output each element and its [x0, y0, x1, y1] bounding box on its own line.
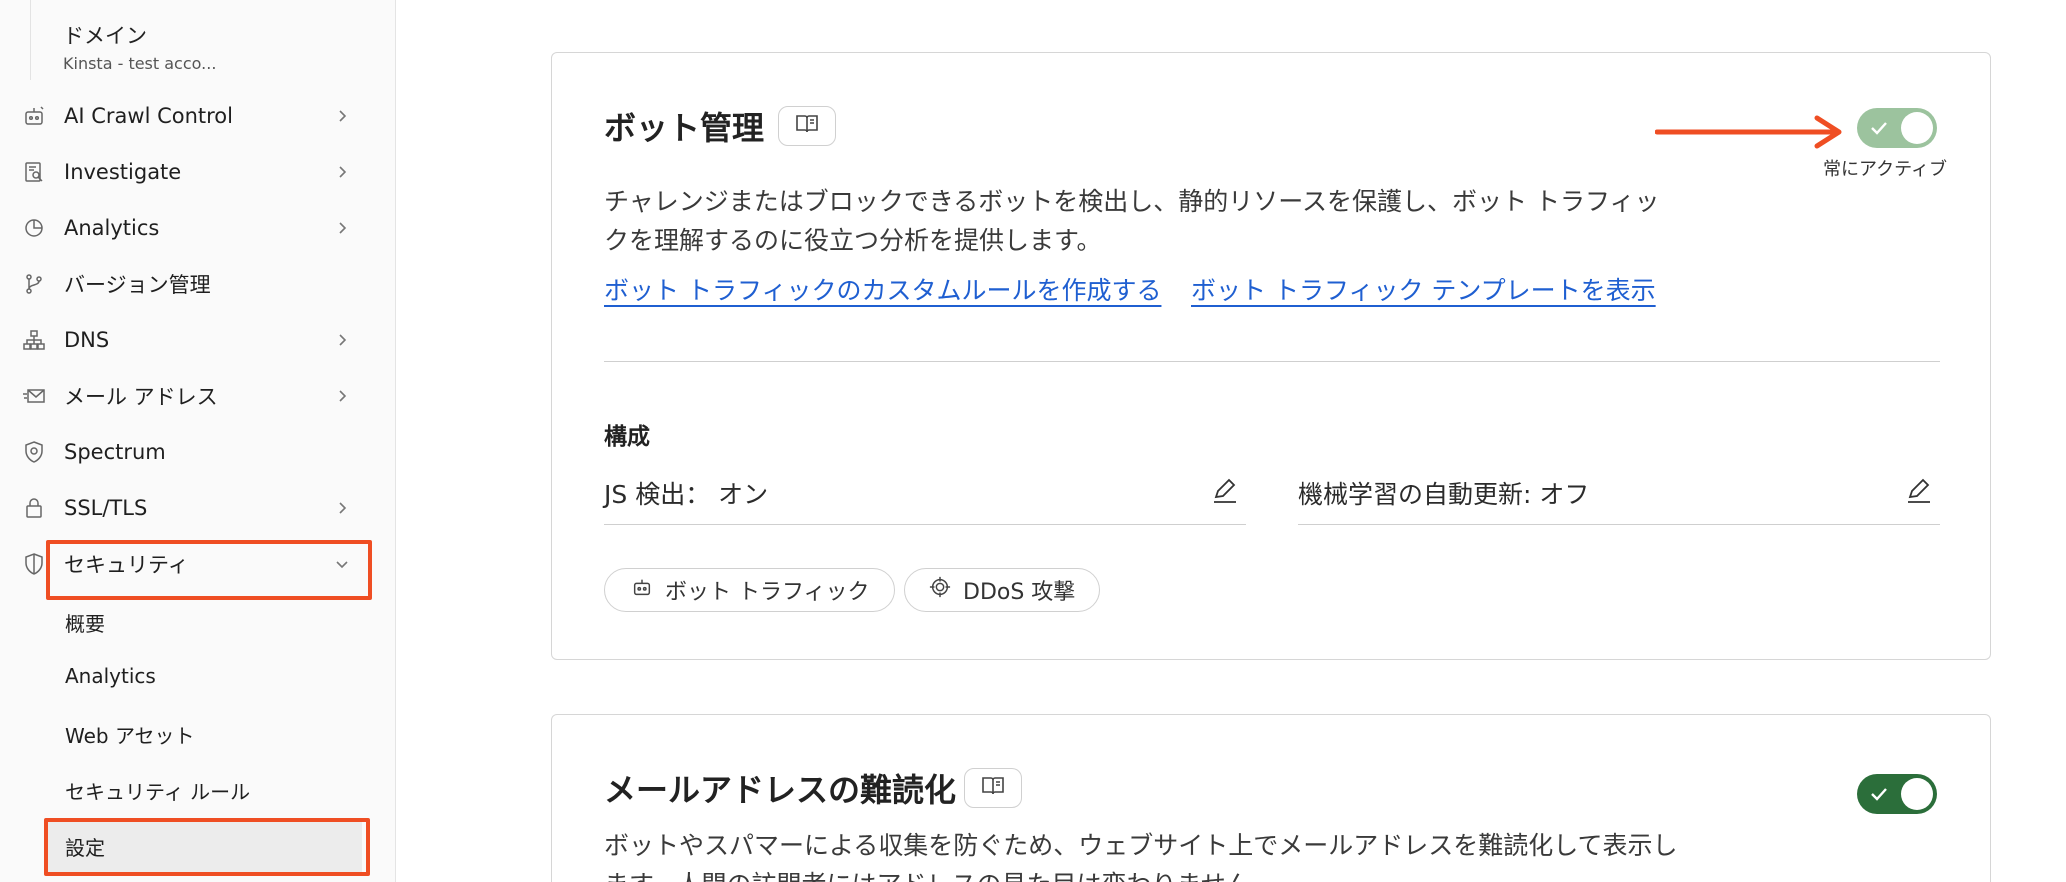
bot-management-description: チャレンジまたはブロックできるボットを検出し、静的リソースを保護し、ボット トラ…	[604, 187, 1660, 255]
sidebar: ドメイン Kinsta - test acco... AI Crawl Cont…	[0, 0, 396, 882]
ml-auto-update-field: 機械学習の自動更新: オフ	[1298, 465, 1940, 525]
branch-icon	[21, 271, 47, 297]
lock-icon	[21, 495, 47, 521]
chevron-right-icon	[332, 218, 352, 238]
sidebar-item-analytics[interactable]: Analytics	[0, 200, 396, 256]
highlight-settings	[44, 818, 370, 876]
chevron-right-icon	[332, 498, 352, 518]
highlight-security	[46, 540, 372, 600]
email-icon	[21, 383, 47, 409]
toggle-knob	[1901, 778, 1933, 810]
chevron-right-icon	[332, 330, 352, 350]
sidebar-item-label: バージョン管理	[64, 273, 211, 297]
sidebar-subitem-web-assets[interactable]: Web アセット	[65, 720, 195, 749]
sidebar-item-version-control[interactable]: バージョン管理	[0, 256, 396, 312]
create-custom-rule-link[interactable]: ボット トラフィックのカスタムルールを作成する	[604, 271, 1161, 307]
sidebar-item-label: Spectrum	[64, 440, 166, 464]
tree-line	[30, 0, 31, 80]
robot-icon	[21, 103, 47, 129]
sidebar-subitem-security-rules[interactable]: セキュリティ ルール	[65, 776, 250, 805]
view-templates-link[interactable]: ボット トラフィック テンプレートを表示	[1191, 271, 1656, 307]
chip-ddos-attack[interactable]: DDoS 攻撃	[904, 568, 1101, 612]
docs-button[interactable]	[778, 106, 836, 146]
target-icon	[929, 576, 951, 604]
always-active-caption: 常にアクティブ	[1823, 159, 1948, 180]
chevron-right-icon	[332, 386, 352, 406]
bot-management-title: ボット管理	[604, 109, 765, 147]
shield-gear-icon	[21, 439, 47, 465]
sidebar-item-label: Investigate	[64, 160, 182, 184]
sidebar-subitem-overview[interactable]: 概要	[65, 608, 105, 637]
domain-subtitle: Kinsta - test acco...	[63, 54, 217, 73]
chevron-right-icon	[332, 162, 352, 182]
sidebar-item-dns[interactable]: DNS	[0, 312, 396, 368]
docs-button[interactable]	[964, 768, 1022, 808]
divider	[604, 361, 1940, 362]
chart-pie-icon	[21, 215, 47, 241]
sidebar-item-email[interactable]: メール アドレス	[0, 368, 396, 424]
chip-bot-traffic[interactable]: ボット トラフィック	[604, 568, 895, 612]
book-icon	[981, 775, 1005, 801]
annotation-arrow-icon	[1655, 115, 1842, 149]
sidebar-item-ai-crawl-control[interactable]: AI Crawl Control	[0, 88, 396, 144]
chip-label: DDoS 攻撃	[963, 580, 1076, 605]
bot-management-toggle[interactable]	[1857, 108, 1937, 148]
email-obfuscation-title: メールアドレスの難読化	[604, 771, 957, 809]
config-title: 構成	[604, 424, 650, 450]
sidebar-item-label: SSL/TLS	[64, 496, 148, 520]
toggle-knob	[1901, 112, 1933, 144]
sidebar-item-label: メール アドレス	[64, 385, 218, 409]
edit-pencil-icon[interactable]	[1210, 475, 1240, 505]
email-obfuscation-toggle[interactable]	[1857, 774, 1937, 814]
sidebar-subitem-analytics[interactable]: Analytics	[65, 664, 156, 688]
sidebar-item-spectrum[interactable]: Spectrum	[0, 424, 396, 480]
sidebar-item-ssl-tls[interactable]: SSL/TLS	[0, 480, 396, 536]
ml-auto-update-value: 機械学習の自動更新: オフ	[1298, 480, 1590, 509]
sidebar-domain[interactable]: ドメイン Kinsta - test acco...	[63, 20, 216, 73]
edit-pencil-icon[interactable]	[1904, 475, 1934, 505]
js-detection-value: JS 検出： オン	[604, 480, 769, 509]
sidebar-item-label: DNS	[64, 328, 110, 352]
sidebar-item-investigate[interactable]: Investigate	[0, 144, 396, 200]
js-detection-field: JS 検出： オン	[604, 465, 1246, 525]
check-icon	[1869, 118, 1889, 138]
network-icon	[21, 327, 47, 353]
shield-icon	[21, 551, 47, 577]
email-obfuscation-card: メールアドレスの難読化 ボットやスパマーによる収集を防ぐため、ウェブサイト上でメ…	[551, 714, 1991, 882]
domain-title: ドメイン	[63, 24, 147, 48]
sidebar-item-label: Analytics	[64, 216, 160, 240]
robot-icon	[631, 576, 653, 604]
investigate-icon	[21, 159, 47, 185]
chevron-right-icon	[332, 106, 352, 126]
check-icon	[1869, 784, 1889, 804]
email-obfuscation-description: ボットやスパマーによる収集を防ぐため、ウェブサイト上でメールアドレスを難読化して…	[604, 831, 1678, 882]
chip-label: ボット トラフィック	[665, 580, 870, 605]
sidebar-item-label: AI Crawl Control	[64, 104, 233, 128]
book-icon	[795, 113, 819, 139]
